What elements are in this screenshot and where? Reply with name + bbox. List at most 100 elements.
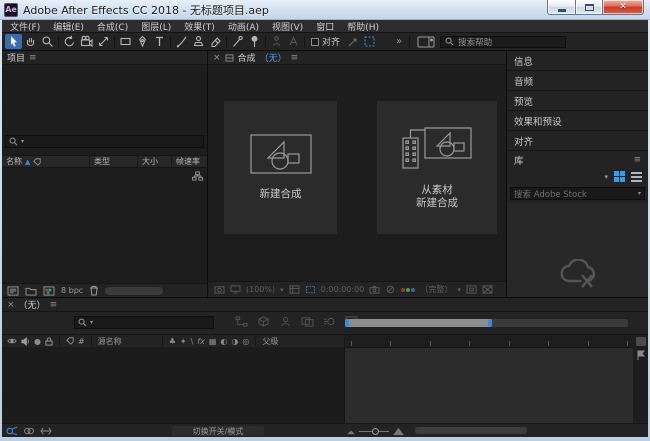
- layer-switches-pane-icon[interactable]: [6, 426, 18, 436]
- track-area[interactable]: [345, 347, 633, 423]
- tab-close-icon[interactable]: ×: [213, 53, 221, 63]
- menu-layer[interactable]: 图层(L): [141, 20, 171, 33]
- brush-tool-button[interactable]: [173, 34, 190, 49]
- zoom-slider-knob[interactable]: [372, 428, 379, 435]
- quality-switch-icon[interactable]: \: [191, 337, 194, 346]
- mask-toggle-icon[interactable]: [385, 285, 396, 294]
- trash-icon[interactable]: [89, 285, 99, 296]
- region-of-interest-icon[interactable]: [305, 285, 316, 294]
- comp-marker-bin[interactable]: [634, 335, 648, 347]
- collapse-switch-icon[interactable]: ✦: [180, 337, 187, 346]
- clone-stamp-tool-button[interactable]: [190, 34, 207, 49]
- fx-switch-icon[interactable]: fx: [197, 337, 205, 346]
- project-item-list[interactable]: [2, 168, 207, 283]
- adobe-stock-search-input[interactable]: 搜索 Adobe Stock ▾: [510, 187, 645, 200]
- camera-snapshot-icon[interactable]: [369, 285, 380, 294]
- zoom-tool-button[interactable]: [39, 34, 56, 49]
- panel-header-align[interactable]: 对齐: [507, 131, 648, 150]
- column-name[interactable]: 名称 ▲: [2, 156, 89, 167]
- transparency-grid-icon[interactable]: [482, 285, 493, 294]
- maximize-button[interactable]: [575, 0, 603, 15]
- project-settings-icon[interactable]: [43, 286, 55, 296]
- column-size[interactable]: 大小: [137, 156, 171, 167]
- parent-column[interactable]: 父级: [262, 336, 278, 347]
- puppet-pin-tool-button[interactable]: [246, 34, 263, 49]
- hand-tool-button[interactable]: [22, 34, 39, 49]
- navigator-start-handle[interactable]: [345, 319, 349, 327]
- camera-tool-button[interactable]: [78, 34, 95, 49]
- rotate-tool-button[interactable]: [61, 34, 78, 49]
- magnification-dropdown[interactable]: (100%): [246, 285, 275, 294]
- pen-tool-button[interactable]: [134, 34, 151, 49]
- dropdown-icon[interactable]: ▾: [638, 190, 641, 197]
- column-frame-rate[interactable]: 帧速率: [171, 156, 207, 167]
- menu-file[interactable]: 文件(F): [10, 20, 40, 33]
- timeline-horizontal-scrollbar[interactable]: [415, 427, 527, 434]
- zoom-slider[interactable]: [359, 431, 389, 432]
- in-out-stretch-pane-icon[interactable]: [40, 426, 52, 436]
- snap-control[interactable]: 对齐: [311, 35, 340, 48]
- panel-header-info[interactable]: 信息: [507, 51, 648, 70]
- marker-flag-icon[interactable]: [636, 350, 645, 360]
- timeline-search-input[interactable]: ▾: [74, 316, 214, 329]
- shy-switch-icon[interactable]: ♣: [169, 337, 176, 346]
- layer-list-area[interactable]: [2, 347, 345, 423]
- pan-behind-tool-button[interactable]: [95, 34, 112, 49]
- composition-flowchart-icon[interactable]: [235, 316, 248, 327]
- navigator-end-handle[interactable]: [488, 319, 492, 327]
- toggle-switches-modes-button[interactable]: 切换开关/模式: [172, 426, 264, 436]
- timeline-panel-tab[interactable]: × （无） ≡: [2, 298, 648, 312]
- resolution-dropdown[interactable]: （完整）: [420, 284, 452, 295]
- panel-menu-icon[interactable]: ≡: [29, 53, 37, 63]
- zoom-in-mountain-icon[interactable]: [393, 427, 404, 436]
- frame-blend-switch-icon[interactable]: ▦: [209, 337, 217, 346]
- search-dropdown-icon[interactable]: ▾: [21, 138, 24, 145]
- new-composition-button[interactable]: 新建合成: [224, 101, 337, 234]
- solo-icon[interactable]: ●: [34, 337, 41, 346]
- search-dropdown-icon[interactable]: ▾: [90, 319, 93, 326]
- time-ruler[interactable]: [345, 335, 634, 347]
- type-tool-button[interactable]: [151, 34, 168, 49]
- project-search-input[interactable]: ▾: [5, 135, 204, 148]
- tab-close-icon[interactable]: ×: [7, 300, 15, 310]
- toolbar-overflow-button[interactable]: »: [396, 36, 402, 47]
- motion-blur-switch-icon[interactable]: ◐: [220, 337, 227, 346]
- close-button[interactable]: ✕: [602, 0, 644, 15]
- panel-menu-icon[interactable]: ≡: [633, 155, 641, 165]
- frame-blending-icon[interactable]: [301, 316, 314, 327]
- mask-visibility-icon[interactable]: [344, 34, 361, 49]
- new-folder-icon[interactable]: [25, 286, 37, 296]
- workspace-switcher-icon[interactable]: [417, 36, 435, 48]
- label-tag-icon[interactable]: [66, 337, 74, 345]
- eraser-tool-button[interactable]: [207, 34, 224, 49]
- selection-overlay-icon[interactable]: [361, 34, 378, 49]
- project-panel-tab[interactable]: 项目 ≡: [2, 51, 207, 65]
- grid-guides-icon[interactable]: [289, 285, 300, 294]
- dependencies-icon[interactable]: [192, 171, 203, 181]
- panel-header-effects-presets[interactable]: 效果和预设: [507, 111, 648, 130]
- footer-scrollbar[interactable]: [105, 287, 163, 295]
- eye-icon[interactable]: [7, 337, 17, 345]
- help-search-input[interactable]: 搜索帮助: [440, 36, 566, 48]
- time-navigator-range[interactable]: [345, 319, 492, 327]
- show-snapshot-icon[interactable]: [230, 285, 241, 294]
- lock-icon[interactable]: [45, 337, 53, 346]
- audio-icon[interactable]: [21, 337, 30, 346]
- minimize-button[interactable]: [547, 0, 576, 15]
- channel-icon[interactable]: [401, 288, 415, 292]
- menu-animation[interactable]: 动画(A): [228, 20, 259, 33]
- snap-checkbox[interactable]: [311, 38, 319, 46]
- menu-window[interactable]: 窗口: [316, 20, 334, 33]
- adjustment-layer-switch-icon[interactable]: ◑: [231, 337, 238, 346]
- source-name-column[interactable]: 源名称: [98, 336, 156, 347]
- time-navigator[interactable]: [345, 319, 628, 327]
- menu-effect[interactable]: 效果(T): [184, 20, 215, 33]
- draft-3d-icon[interactable]: [257, 316, 270, 327]
- list-view-icon[interactable]: [631, 172, 642, 182]
- selection-tool-button[interactable]: [5, 34, 22, 49]
- panel-header-audio[interactable]: 音频: [507, 71, 648, 90]
- library-dropdown-icon[interactable]: ▾: [604, 173, 608, 181]
- roto-brush-tool-button[interactable]: [229, 34, 246, 49]
- column-type[interactable]: 类型: [89, 156, 137, 167]
- grid-view-icon[interactable]: [614, 171, 625, 182]
